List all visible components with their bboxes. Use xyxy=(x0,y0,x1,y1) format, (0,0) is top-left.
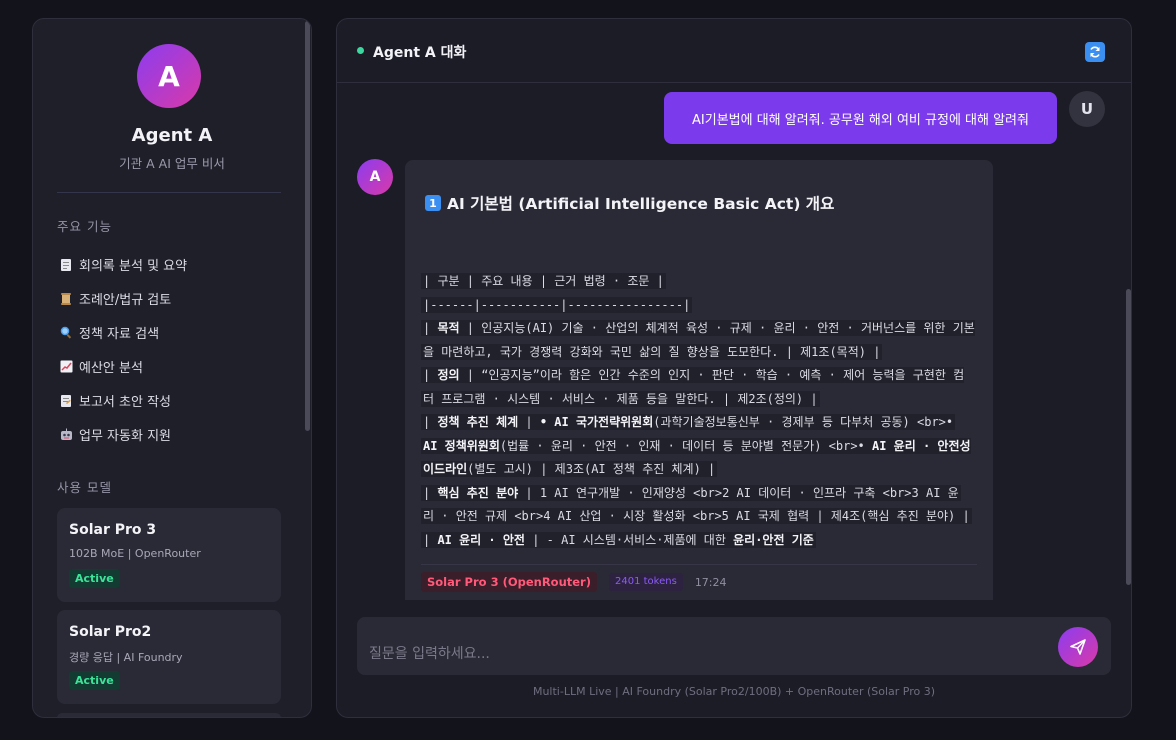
feature-item-budget-analysis[interactable]: 예산안 분석 xyxy=(59,357,143,376)
send-icon xyxy=(1070,639,1086,655)
document-icon xyxy=(59,258,73,272)
magnifier-icon xyxy=(59,326,73,340)
chat-panel: Agent A 대화 AI기본법에 대해 알려줘. 공무원 해외 여비 규정에 … xyxy=(336,18,1132,718)
model-tag: Solar Pro 3 (OpenRouter) xyxy=(421,572,597,592)
bot-message: 1 AI 기본법 (Artificial Intelligence Basic … xyxy=(405,160,993,600)
keycap-one-icon: 1 xyxy=(425,195,441,211)
model-description: 102B MoE | OpenRouter xyxy=(69,547,201,560)
status-badge: Active xyxy=(69,569,120,588)
agent-subtitle: 기관 A AI 업무 비서 xyxy=(119,156,225,171)
feature-item-automation[interactable]: 업무 자동화 지원 xyxy=(59,425,171,444)
refresh-icon xyxy=(1090,46,1100,58)
feature-label: 정책 자료 검색 xyxy=(79,327,160,342)
feature-label: 조례안/법규 검토 xyxy=(79,293,172,308)
feature-label: 회의록 분석 및 요약 xyxy=(79,259,188,274)
chart-increasing-icon xyxy=(59,360,73,374)
status-dot xyxy=(357,47,364,54)
footer-note: Multi-LLM Live | AI Foundry (Solar Pro2/… xyxy=(532,685,936,698)
model-card-solar-pro2[interactable]: Solar Pro2 경량 응답 | AI Foundry Active xyxy=(57,610,281,704)
heading-text: AI 기본법 (Artificial Intelligence Basic Ac… xyxy=(447,195,835,213)
table-line: |------|-----------|----------------| xyxy=(421,296,693,313)
message-time: 17:24 xyxy=(694,575,727,589)
model-name: Solar Pro 3 xyxy=(69,522,157,538)
bot-avatar: A xyxy=(357,159,393,195)
table-line: | 구분 | 주요 내용 | 근거 법령 · 조문 | xyxy=(421,273,666,289)
sidebar-scrollbar[interactable] xyxy=(305,21,310,431)
message-meta: Solar Pro 3 (OpenRouter) 2401 tokens 17:… xyxy=(421,572,727,592)
table-line: | 정책 추진 체계 | • AI 국가전략위원회(과학기술정보통신부 · 경제… xyxy=(421,414,956,430)
sidebar: A Agent A 기관 A AI 업무 비서 주요 기능 회의록 분석 및 요… xyxy=(32,18,312,718)
agent-name: Agent A xyxy=(131,125,213,146)
model-card-partial[interactable] xyxy=(57,713,281,717)
table-line: 리 · 안전 규제 <br>4 AI 산업 · 시장 활성화 <br>5 AI … xyxy=(421,508,972,524)
model-name: Solar Pro2 xyxy=(69,624,152,640)
chat-scrollbar[interactable] xyxy=(1126,289,1131,585)
feature-item-report-draft[interactable]: 보고서 초안 작성 xyxy=(59,391,171,410)
model-card-solar-pro-3[interactable]: Solar Pro 3 102B MoE | OpenRouter Active xyxy=(57,508,281,602)
feature-label: 보고서 초안 작성 xyxy=(79,395,171,410)
message-input[interactable] xyxy=(369,639,1049,669)
table-line: 터 프로그램 · 시스템 · 서비스 · 제품 등을 말한다. | 제2조(정의… xyxy=(421,390,820,407)
chat-header: Agent A 대화 xyxy=(337,19,1131,83)
table-line: | AI 윤리 · 안전 | - AI 시스템·서비스·제품에 대한 윤리·안전… xyxy=(421,531,816,548)
feature-label: 업무 자동화 지원 xyxy=(79,429,171,444)
feature-label: 예산안 분석 xyxy=(79,361,143,376)
scroll-icon xyxy=(59,292,73,306)
chat-title: Agent A 대화 xyxy=(373,45,467,61)
user-message: AI기본법에 대해 알려줘. 공무원 해외 여비 규정에 대해 알려줘 xyxy=(664,92,1057,144)
chat-messages: AI기본법에 대해 알려줘. 공무원 해외 여비 규정에 대해 알려줘 U A … xyxy=(337,84,1131,600)
feature-item-meeting-minutes[interactable]: 회의록 분석 및 요약 xyxy=(59,255,187,274)
table-line: 이드라인(별도 고시) | 제3조(AI 정책 추진 체계) | xyxy=(421,461,718,477)
memo-icon xyxy=(59,394,73,408)
status-badge: Active xyxy=(69,671,120,690)
agent-avatar: A xyxy=(137,44,201,108)
message-input-area xyxy=(357,617,1111,675)
meta-divider xyxy=(421,564,977,565)
models-title: 사용 모델 xyxy=(57,480,112,495)
send-button[interactable] xyxy=(1058,627,1098,667)
feature-item-ordinance-review[interactable]: 조례안/법규 검토 xyxy=(59,289,171,308)
user-avatar: U xyxy=(1069,91,1105,127)
table-line: | 핵심 추진 분야 | 1 AI 연구개발 · 인재양성 <br>2 AI 데… xyxy=(421,484,961,501)
refresh-button[interactable] xyxy=(1085,42,1105,62)
token-count: 2401 tokens xyxy=(609,573,683,591)
sidebar-divider xyxy=(57,192,281,193)
feature-item-policy-search[interactable]: 정책 자료 검색 xyxy=(59,323,159,342)
features-title: 주요 기능 xyxy=(57,219,112,234)
bot-message-heading: 1 AI 기본법 (Artificial Intelligence Basic … xyxy=(425,192,834,214)
robot-icon xyxy=(59,428,73,442)
model-description: 경량 응답 | AI Foundry xyxy=(69,651,183,664)
table-line: 을 마련하고, 국가 경쟁력 강화와 국민 삶의 질 향상을 도모한다. | 제… xyxy=(421,343,883,360)
